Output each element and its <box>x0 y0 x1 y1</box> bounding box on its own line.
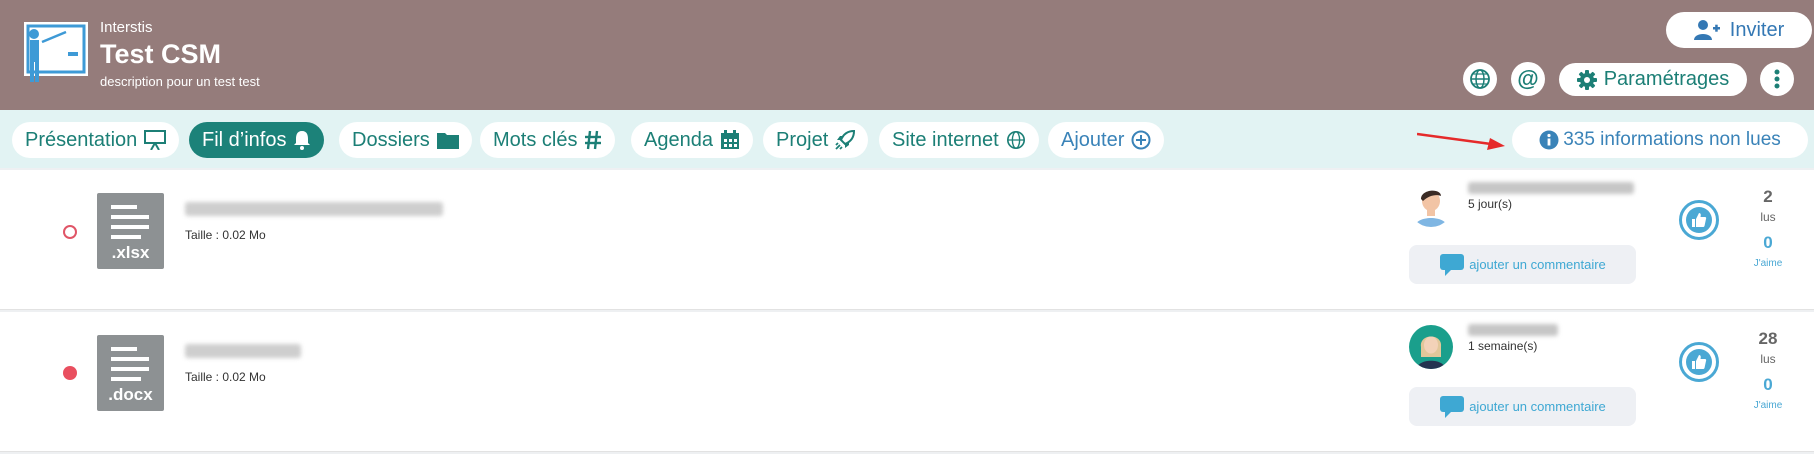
tab-keywords[interactable]: Mots clés <box>480 122 616 158</box>
more-options-button[interactable] <box>1760 62 1794 96</box>
unread-label: 335 informations non lues <box>1563 129 1781 150</box>
tab-agenda[interactable]: Agenda <box>631 122 753 158</box>
tab-label: Mots clés <box>493 128 578 151</box>
add-comment-button[interactable]: ajouter un commentaire <box>1409 387 1636 426</box>
tab-add[interactable]: Ajouter <box>1048 122 1165 158</box>
list-item[interactable]: .docx Taille : 0.02 Mo 1 semaine(s) ajou… <box>0 312 1814 452</box>
tab-presentation[interactable]: Présentation <box>12 122 180 158</box>
gear-icon <box>1576 69 1597 90</box>
like-count-label: J'aime <box>1753 258 1783 269</box>
organization-name: Interstis <box>100 19 153 36</box>
thumbs-up-icon <box>1692 213 1707 227</box>
tab-label: Agenda <box>644 128 713 151</box>
comment-label: ajouter un commentaire <box>1469 257 1606 272</box>
time-ago: 1 semaine(s) <box>1468 339 1538 353</box>
invite-button[interactable]: Inviter <box>1666 12 1812 48</box>
like-button[interactable] <box>1679 200 1719 240</box>
read-status-dot[interactable] <box>63 366 77 380</box>
tab-label: Dossiers <box>352 128 430 151</box>
globe-icon <box>1006 131 1025 149</box>
presentation-logo-icon <box>22 20 90 84</box>
like-count: 0 <box>1763 375 1773 394</box>
read-count: 28 <box>1758 329 1778 348</box>
file-extension: .xlsx <box>111 243 150 262</box>
tab-news-feed[interactable]: Fil d’infos <box>189 122 325 158</box>
bell-icon <box>294 131 311 150</box>
like-count: 0 <box>1763 233 1773 252</box>
presentation-icon <box>144 130 167 150</box>
app-header: Interstis Test CSM description pour un t… <box>0 0 1814 110</box>
tab-label: Présentation <box>25 128 138 151</box>
docx-file-icon: .docx <box>97 335 164 411</box>
xlsx-file-icon: .xlsx <box>97 193 164 269</box>
language-button[interactable] <box>1463 62 1497 96</box>
tab-project[interactable]: Projet <box>763 122 869 158</box>
read-count-label: lus <box>1760 352 1776 366</box>
red-arrow-annotation <box>1417 132 1505 150</box>
comment-icon <box>1440 395 1465 418</box>
tab-website[interactable]: Site internet <box>879 122 1039 158</box>
settings-button[interactable]: Paramétrages <box>1559 63 1747 96</box>
vertical-dots-icon <box>1774 69 1780 89</box>
author-name-blurred <box>1468 324 1558 336</box>
thumbs-up-icon <box>1692 355 1707 369</box>
like-button[interactable] <box>1679 342 1719 382</box>
rocket-icon <box>835 130 856 150</box>
hashtag-icon <box>585 130 602 150</box>
comment-icon <box>1440 253 1465 276</box>
comment-label: ajouter un commentaire <box>1469 399 1606 414</box>
read-count: 2 <box>1763 187 1773 206</box>
file-name-blurred[interactable] <box>185 344 301 358</box>
user-plus-icon <box>1693 20 1720 40</box>
avatar <box>1409 183 1453 227</box>
plus-circle-icon <box>1131 130 1151 150</box>
page-title: Test CSM <box>100 39 222 69</box>
tab-folders[interactable]: Dossiers <box>339 122 472 158</box>
settings-label: Paramétrages <box>1603 68 1730 90</box>
file-extension: .docx <box>108 385 153 404</box>
tab-bar: Présentation Fil d’infos Dossiers Mots c… <box>0 110 1814 168</box>
tab-label: Ajouter <box>1061 128 1125 151</box>
tab-label: Fil d’infos <box>202 128 287 151</box>
unread-status-dot[interactable] <box>63 225 77 239</box>
page-description: description pour un test test <box>100 74 260 89</box>
file-size: Taille : 0.02 Mo <box>185 228 266 242</box>
info-icon <box>1539 130 1559 150</box>
file-size: Taille : 0.02 Mo <box>185 370 266 384</box>
tab-label: Projet <box>776 128 829 151</box>
read-count-label: lus <box>1760 210 1776 224</box>
tab-label: Site internet <box>892 128 999 151</box>
calendar-icon <box>720 130 739 149</box>
globe-icon <box>1470 69 1490 89</box>
unread-info-button[interactable]: 335 informations non lues <box>1512 122 1808 158</box>
invite-label: Inviter <box>1729 18 1785 41</box>
at-icon: @ <box>1517 66 1539 91</box>
like-count-label: J'aime <box>1753 400 1783 411</box>
file-name-blurred[interactable] <box>185 202 443 216</box>
add-comment-button[interactable]: ajouter un commentaire <box>1409 245 1636 284</box>
folder-icon <box>436 133 459 149</box>
time-ago: 5 jour(s) <box>1468 197 1513 211</box>
author-name-blurred <box>1468 182 1634 194</box>
avatar <box>1409 325 1453 369</box>
list-item[interactable]: .xlsx Taille : 0.02 Mo 5 jour(s) ajouter… <box>0 170 1814 310</box>
mention-button[interactable]: @ <box>1511 62 1545 96</box>
